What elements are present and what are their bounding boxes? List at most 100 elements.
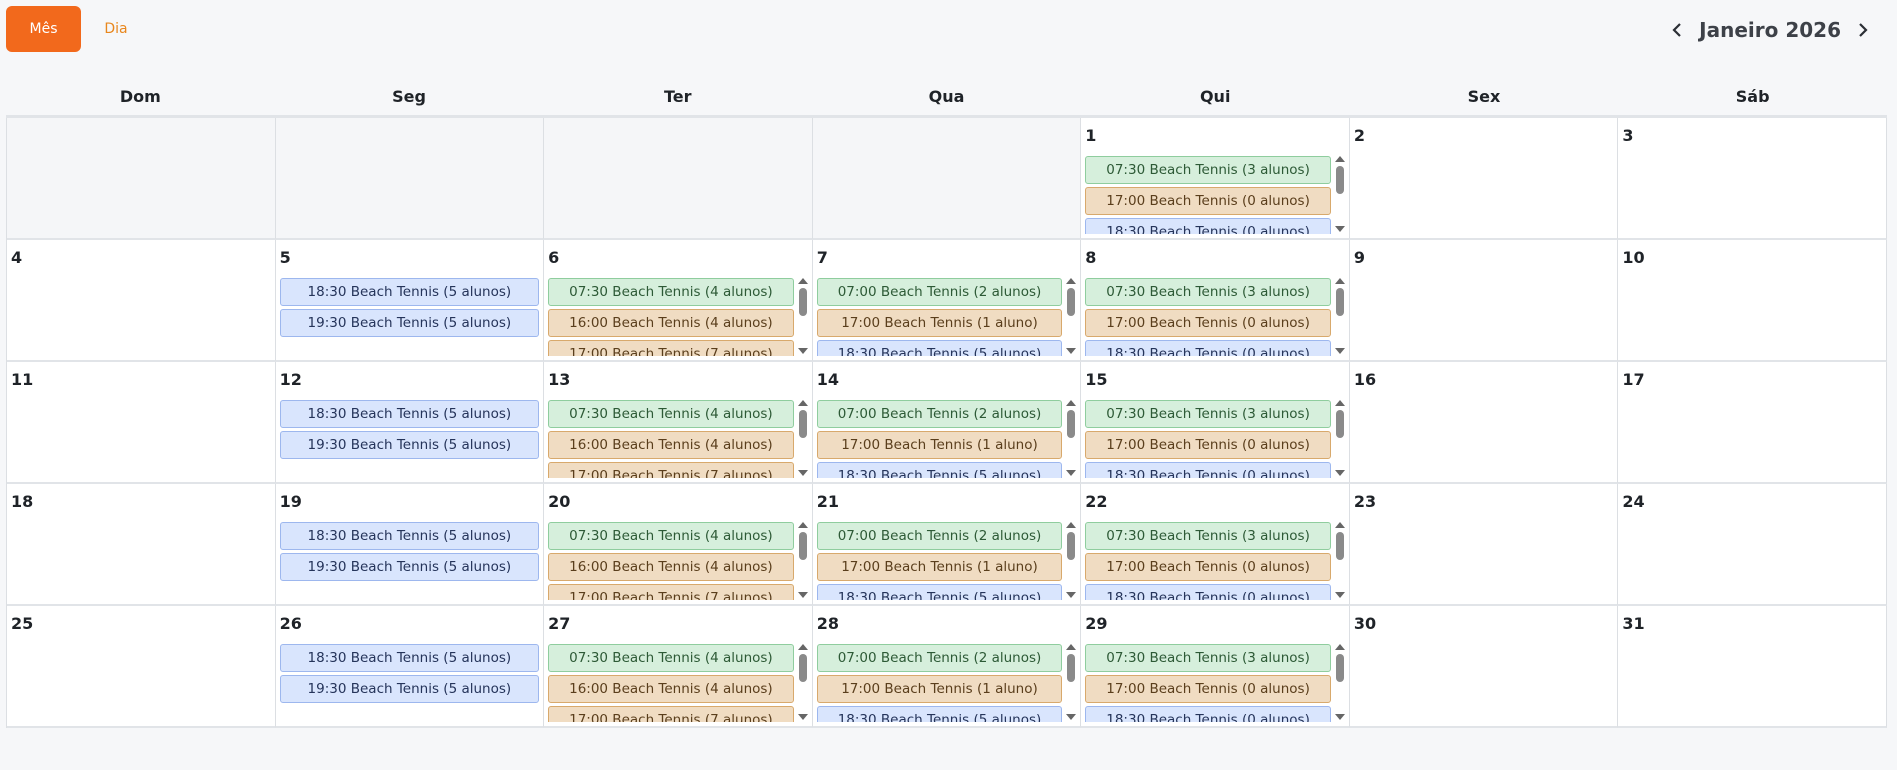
- scroll-up-arrow-icon[interactable]: [1066, 400, 1077, 406]
- scrollbar-thumb[interactable]: [1067, 532, 1076, 560]
- day-cell[interactable]: 8 07:30 Beach Tennis (3 alunos) 17:00 Beac…: [1081, 240, 1350, 362]
- day-cell[interactable]: 5 18:30 Beach Tennis (5 alunos) 19:30 Beac…: [275, 240, 545, 362]
- calendar-event[interactable]: 17:00 Beach Tennis (0 alunos): [1085, 553, 1331, 581]
- day-cell[interactable]: 13 07:30 Beach Tennis (4 alunos) 16:00 Bea…: [544, 362, 813, 484]
- next-month-button[interactable]: [1849, 16, 1877, 44]
- day-cell[interactable]: 10: [1618, 240, 1887, 362]
- day-cell[interactable]: 4: [7, 240, 276, 362]
- month-view-button[interactable]: Mês: [6, 6, 81, 52]
- scroll-up-arrow-icon[interactable]: [797, 644, 808, 650]
- scroll-up-arrow-icon[interactable]: [797, 522, 808, 528]
- scroll-down-arrow-icon[interactable]: [1066, 470, 1077, 476]
- calendar-event[interactable]: 16:00 Beach Tennis (4 alunos): [548, 553, 794, 581]
- calendar-event[interactable]: 07:30 Beach Tennis (4 alunos): [548, 278, 794, 306]
- scroll-up-arrow-icon[interactable]: [797, 400, 808, 406]
- day-cell[interactable]: 19 18:30 Beach Tennis (5 alunos) 19:30 Bea…: [275, 484, 545, 606]
- calendar-event[interactable]: 18:30 Beach Tennis (0 alunos): [1085, 706, 1331, 722]
- calendar-event[interactable]: 18:30 Beach Tennis (5 alunos): [279, 278, 540, 306]
- scroll-up-arrow-icon[interactable]: [797, 278, 808, 284]
- calendar-event[interactable]: 16:00 Beach Tennis (4 alunos): [548, 675, 794, 703]
- scroll-down-arrow-icon[interactable]: [797, 470, 808, 476]
- calendar-event[interactable]: 07:30 Beach Tennis (3 alunos): [1085, 522, 1331, 550]
- calendar-event[interactable]: 07:30 Beach Tennis (3 alunos): [1085, 644, 1331, 672]
- scroll-down-arrow-icon[interactable]: [1334, 226, 1345, 232]
- scrollbar-thumb[interactable]: [1335, 532, 1344, 560]
- calendar-event[interactable]: 07:30 Beach Tennis (4 alunos): [548, 522, 794, 550]
- calendar-event[interactable]: 18:30 Beach Tennis (5 alunos): [279, 400, 540, 428]
- scrollbar-thumb[interactable]: [798, 532, 807, 560]
- calendar-event[interactable]: 18:30 Beach Tennis (5 alunos): [279, 644, 540, 672]
- day-cell[interactable]: 31: [1618, 606, 1887, 728]
- calendar-event[interactable]: 18:30 Beach Tennis (0 alunos): [1085, 584, 1331, 600]
- scroll-down-arrow-icon[interactable]: [1066, 348, 1077, 354]
- calendar-event[interactable]: 17:00 Beach Tennis (7 alunos): [548, 340, 794, 356]
- scroll-up-arrow-icon[interactable]: [1066, 522, 1077, 528]
- day-cell[interactable]: 17: [1618, 362, 1887, 484]
- day-cell[interactable]: 2: [1349, 118, 1619, 240]
- calendar-event[interactable]: 18:30 Beach Tennis (5 alunos): [816, 584, 1063, 600]
- scrollbar-thumb[interactable]: [798, 410, 807, 438]
- day-cell[interactable]: 29 07:30 Beach Tennis (3 alunos) 17:00 Bea…: [1081, 606, 1350, 728]
- scroll-up-arrow-icon[interactable]: [1334, 522, 1345, 528]
- calendar-event[interactable]: 07:30 Beach Tennis (3 alunos): [1085, 156, 1331, 184]
- scrollbar-thumb[interactable]: [798, 654, 807, 682]
- day-cell[interactable]: 16: [1349, 362, 1619, 484]
- day-cell[interactable]: 22 07:30 Beach Tennis (3 alunos) 17:00 Bea…: [1081, 484, 1350, 606]
- day-cell[interactable]: [812, 118, 1082, 240]
- day-cell[interactable]: 3: [1618, 118, 1887, 240]
- event-scrollbar[interactable]: [1334, 520, 1346, 600]
- calendar-event[interactable]: 17:00 Beach Tennis (7 alunos): [548, 584, 794, 600]
- calendar-event[interactable]: 17:00 Beach Tennis (0 alunos): [1085, 187, 1331, 215]
- day-cell[interactable]: 12 18:30 Beach Tennis (5 alunos) 19:30 Bea…: [275, 362, 545, 484]
- day-cell[interactable]: 7 07:00 Beach Tennis (2 alunos) 17:00 Beac…: [812, 240, 1082, 362]
- event-scrollbar[interactable]: [797, 276, 809, 356]
- scrollbar-thumb[interactable]: [1335, 654, 1344, 682]
- day-cell[interactable]: 24: [1618, 484, 1887, 606]
- calendar-event[interactable]: 17:00 Beach Tennis (7 alunos): [548, 462, 794, 478]
- calendar-event[interactable]: 19:30 Beach Tennis (5 alunos): [279, 553, 540, 581]
- scroll-down-arrow-icon[interactable]: [1334, 714, 1345, 720]
- scroll-up-arrow-icon[interactable]: [1334, 278, 1345, 284]
- scroll-down-arrow-icon[interactable]: [1066, 592, 1077, 598]
- scrollbar-thumb[interactable]: [1335, 410, 1344, 438]
- day-cell[interactable]: 21 07:00 Beach Tennis (2 alunos) 17:00 Bea…: [812, 484, 1082, 606]
- calendar-event[interactable]: 07:30 Beach Tennis (4 alunos): [548, 400, 794, 428]
- scroll-up-arrow-icon[interactable]: [1334, 644, 1345, 650]
- day-cell[interactable]: [7, 118, 276, 240]
- scrollbar-thumb[interactable]: [1067, 288, 1076, 316]
- event-scrollbar[interactable]: [1065, 642, 1077, 722]
- day-cell[interactable]: 15 07:30 Beach Tennis (3 alunos) 17:00 Bea…: [1081, 362, 1350, 484]
- day-cell[interactable]: 30: [1349, 606, 1619, 728]
- prev-month-button[interactable]: [1663, 16, 1691, 44]
- day-cell[interactable]: 11: [7, 362, 276, 484]
- calendar-event[interactable]: 18:30 Beach Tennis (5 alunos): [279, 522, 540, 550]
- calendar-event[interactable]: 18:30 Beach Tennis (0 alunos): [1085, 462, 1331, 478]
- scroll-up-arrow-icon[interactable]: [1066, 644, 1077, 650]
- event-scrollbar[interactable]: [1334, 276, 1346, 356]
- calendar-event[interactable]: 16:00 Beach Tennis (4 alunos): [548, 309, 794, 337]
- scroll-up-arrow-icon[interactable]: [1334, 156, 1345, 162]
- event-scrollbar[interactable]: [797, 520, 809, 600]
- calendar-event[interactable]: 19:30 Beach Tennis (5 alunos): [279, 675, 540, 703]
- scroll-down-arrow-icon[interactable]: [797, 714, 808, 720]
- day-cell[interactable]: [544, 118, 813, 240]
- day-cell[interactable]: 27 07:30 Beach Tennis (4 alunos) 16:00 Bea…: [544, 606, 813, 728]
- scrollbar-thumb[interactable]: [1335, 166, 1344, 194]
- calendar-event[interactable]: 17:00 Beach Tennis (0 alunos): [1085, 675, 1331, 703]
- calendar-event[interactable]: 17:00 Beach Tennis (1 aluno): [816, 553, 1063, 581]
- calendar-event[interactable]: 18:30 Beach Tennis (5 alunos): [816, 706, 1063, 722]
- calendar-event[interactable]: 19:30 Beach Tennis (5 alunos): [279, 309, 540, 337]
- calendar-event[interactable]: 07:30 Beach Tennis (4 alunos): [548, 644, 794, 672]
- calendar-event[interactable]: 07:00 Beach Tennis (2 alunos): [816, 400, 1063, 428]
- scroll-down-arrow-icon[interactable]: [797, 348, 808, 354]
- day-cell[interactable]: 1 07:30 Beach Tennis (3 alunos) 17:00 Beac…: [1081, 118, 1350, 240]
- calendar-event[interactable]: 18:30 Beach Tennis (0 alunos): [1085, 218, 1331, 234]
- scroll-down-arrow-icon[interactable]: [1334, 470, 1345, 476]
- scrollbar-thumb[interactable]: [798, 288, 807, 316]
- day-cell[interactable]: [275, 118, 545, 240]
- calendar-event[interactable]: 17:00 Beach Tennis (0 alunos): [1085, 309, 1331, 337]
- calendar-event[interactable]: 07:00 Beach Tennis (2 alunos): [816, 522, 1063, 550]
- calendar-event[interactable]: 18:30 Beach Tennis (5 alunos): [816, 462, 1063, 478]
- calendar-event[interactable]: 17:00 Beach Tennis (7 alunos): [548, 706, 794, 722]
- event-scrollbar[interactable]: [1334, 154, 1346, 234]
